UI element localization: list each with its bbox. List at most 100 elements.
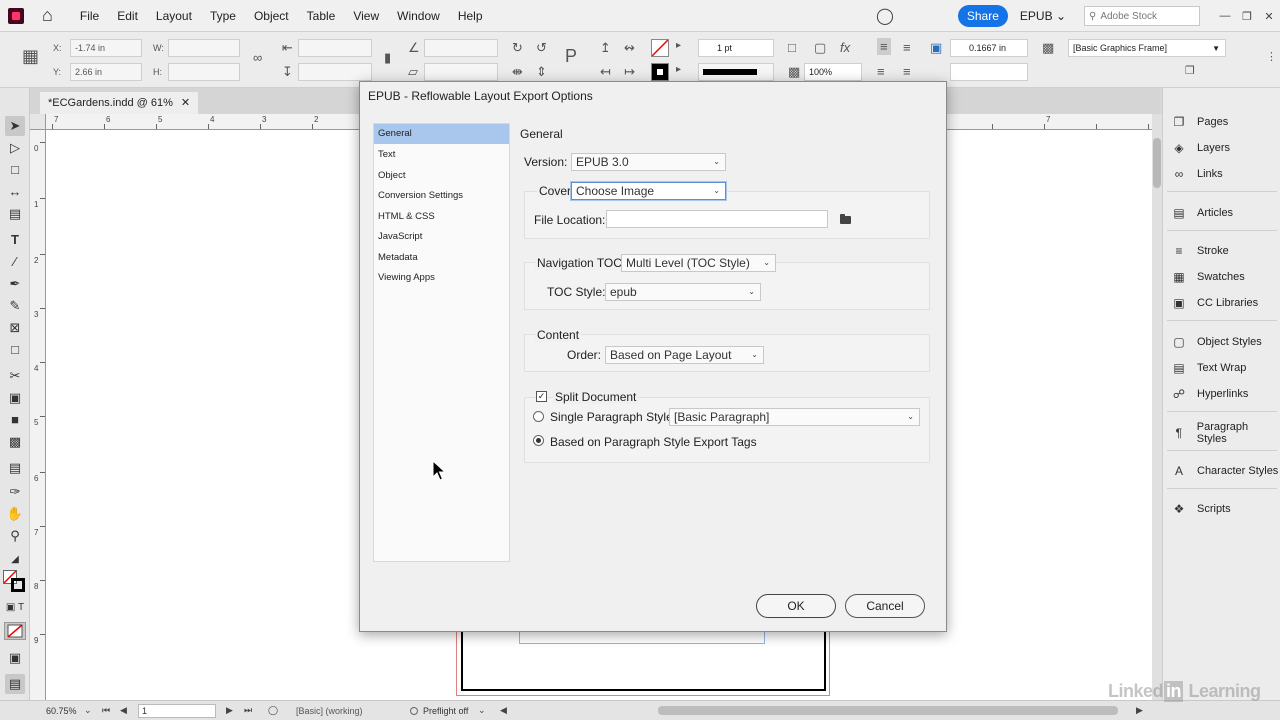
panel-scripts[interactable]: ❖ Scripts: [1171, 498, 1231, 520]
h-field[interactable]: [168, 63, 240, 81]
apply-none-icon[interactable]: [4, 622, 26, 640]
type-tool-icon[interactable]: T: [5, 230, 25, 250]
zoom-tool-icon[interactable]: ⚲: [5, 526, 25, 546]
rectangle-frame-tool-icon[interactable]: ⊠: [5, 318, 25, 338]
workspace-switcher[interactable]: EPUB ⌄: [1020, 9, 1066, 23]
first-page-icon[interactable]: ⏮: [102, 705, 110, 716]
vertical-scroll-thumb[interactable]: [1153, 138, 1161, 188]
default-fill-stroke-icon[interactable]: ◢: [5, 550, 25, 570]
adobe-stock-search[interactable]: ⚲ Adobe Stock: [1084, 6, 1200, 26]
select-content-icon[interactable]: ↭: [624, 40, 635, 56]
offset-field[interactable]: 0.1667 in: [950, 39, 1028, 57]
nav-metadata[interactable]: Metadata: [374, 248, 509, 268]
order-dropdown[interactable]: Based on Page Layout ⌄: [605, 346, 764, 364]
cover-dropdown[interactable]: Choose Image ⌄: [571, 182, 726, 200]
fill-none-swatch[interactable]: [651, 39, 669, 57]
constrain-scale-icon[interactable]: ▮: [384, 50, 391, 66]
preview-mode-icon[interactable]: ▤: [5, 674, 25, 694]
flip-vertical-icon[interactable]: ⇕: [536, 64, 547, 80]
select-next-icon[interactable]: ↦: [624, 64, 635, 80]
rotate-cw-icon[interactable]: ↻: [512, 40, 523, 56]
panel-object-styles[interactable]: ▢ Object Styles: [1171, 331, 1261, 353]
scroll-right-icon[interactable]: ▶: [1136, 705, 1143, 716]
object-style-options-icon[interactable]: ❐: [1185, 64, 1195, 77]
line-tool-icon[interactable]: ∕: [5, 252, 25, 272]
navigation-toc-dropdown[interactable]: Multi Level (TOC Style) ⌄: [621, 254, 776, 272]
ruler-origin[interactable]: [30, 114, 46, 130]
pencil-tool-icon[interactable]: ✎: [5, 296, 25, 316]
vertical-ruler[interactable]: 0 1 2 3 4 5 6 7 8 9: [30, 130, 46, 700]
lightbulb-icon[interactable]: ◯: [876, 6, 894, 26]
object-style-dropdown[interactable]: [Basic Graphics Frame] ▼: [1068, 39, 1226, 57]
toc-style-dropdown[interactable]: epub ⌄: [605, 283, 761, 301]
panel-articles[interactable]: ▤ Articles: [1171, 202, 1233, 224]
panel-text-wrap[interactable]: ▤ Text Wrap: [1171, 357, 1246, 379]
version-dropdown[interactable]: EPUB 3.0 ⌄: [571, 153, 726, 171]
menu-table[interactable]: Table: [298, 9, 345, 23]
close-window-icon[interactable]: ✕: [1258, 10, 1280, 23]
nav-object[interactable]: Object: [374, 166, 509, 186]
hand-tool-icon[interactable]: ✋: [5, 504, 25, 524]
type-on-path-icon[interactable]: P: [565, 46, 577, 67]
gap-tool-icon[interactable]: ↔: [5, 182, 25, 202]
panel-menu-icon[interactable]: ⋮: [1266, 50, 1277, 63]
minimize-icon[interactable]: —: [1214, 10, 1236, 22]
gradient-feather-tool-icon[interactable]: ▩: [5, 432, 25, 452]
x-field[interactable]: -1.74 in: [70, 39, 142, 57]
stroke-type-field[interactable]: [698, 63, 774, 81]
vertical-scrollbar[interactable]: [1152, 114, 1162, 700]
menu-object[interactable]: Object: [245, 9, 298, 23]
panel-hyperlinks[interactable]: ☍ Hyperlinks: [1171, 383, 1248, 405]
zoom-level[interactable]: 60.75%: [46, 706, 77, 716]
rectangle-tool-icon[interactable]: □: [5, 340, 25, 360]
align-left-icon[interactable]: ≡: [877, 38, 891, 55]
file-location-input[interactable]: [606, 210, 828, 228]
chevron-right-icon-2[interactable]: ▸: [676, 64, 681, 75]
screen-mode-icon[interactable]: ▣: [5, 648, 25, 668]
panel-links[interactable]: ∞ Links: [1171, 163, 1223, 185]
chevron-down-icon[interactable]: ⌄: [478, 705, 486, 716]
panel-paragraph-styles[interactable]: ¶ Paragraph Styles: [1171, 421, 1280, 445]
chevron-down-icon[interactable]: ⌄: [84, 705, 92, 716]
select-container-icon[interactable]: ↥: [600, 40, 611, 56]
restore-icon[interactable]: ❐: [1236, 10, 1258, 23]
rotate-ccw-icon[interactable]: ↺: [536, 40, 547, 56]
eyedropper-tool-icon[interactable]: ✑: [5, 482, 25, 502]
previous-page-icon[interactable]: ◀: [120, 705, 127, 716]
home-icon[interactable]: ⌂: [42, 5, 53, 26]
opacity-field[interactable]: 100%: [804, 63, 862, 81]
split-document-checkbox[interactable]: ✓: [536, 391, 547, 402]
content-collector-icon[interactable]: ▤: [5, 204, 25, 224]
rotate-field[interactable]: [424, 39, 498, 57]
free-transform-tool-icon[interactable]: ▣: [5, 388, 25, 408]
constrain-link-icon[interactable]: ∞: [253, 50, 262, 65]
close-tab-icon[interactable]: ✕: [181, 97, 190, 109]
document-tab[interactable]: *ECGardens.indd @ 61% ✕: [40, 92, 199, 114]
selection-tool-icon[interactable]: ➤: [5, 116, 25, 136]
cancel-button[interactable]: Cancel: [845, 594, 925, 618]
menu-help[interactable]: Help: [449, 9, 492, 23]
fill-stroke-swatch[interactable]: [3, 570, 25, 592]
scale-x-field[interactable]: [298, 39, 372, 57]
gap-icon[interactable]: ▣: [930, 40, 942, 56]
scissors-tool-icon[interactable]: ✂: [5, 366, 25, 386]
page-number-field[interactable]: 1: [138, 703, 216, 718]
chevron-right-icon[interactable]: ▸: [676, 40, 681, 51]
nav-html-css[interactable]: HTML & CSS: [374, 207, 509, 227]
gradient-tool-icon[interactable]: ■: [5, 410, 25, 430]
panel-stroke[interactable]: ≡ Stroke: [1171, 240, 1228, 262]
stroke-weight-field[interactable]: 1 pt: [698, 39, 774, 57]
text-frame[interactable]: [519, 630, 765, 644]
horizontal-scroll-thumb[interactable]: [658, 706, 1118, 715]
note-tool-icon[interactable]: ▤: [5, 458, 25, 478]
single-paragraph-radio[interactable]: [533, 411, 544, 422]
open-page-icon[interactable]: ◯: [268, 705, 278, 716]
stroke-black-swatch[interactable]: [651, 63, 669, 81]
effects-fx-icon[interactable]: fx: [840, 40, 850, 55]
distribute-icon[interactable]: ≡: [903, 64, 911, 79]
share-button[interactable]: Share: [957, 5, 1008, 27]
shear-field[interactable]: [424, 63, 498, 81]
menu-type[interactable]: Type: [201, 9, 245, 23]
panel-cc-libraries[interactable]: ▣ CC Libraries: [1171, 292, 1258, 314]
nav-general[interactable]: General: [374, 124, 509, 144]
